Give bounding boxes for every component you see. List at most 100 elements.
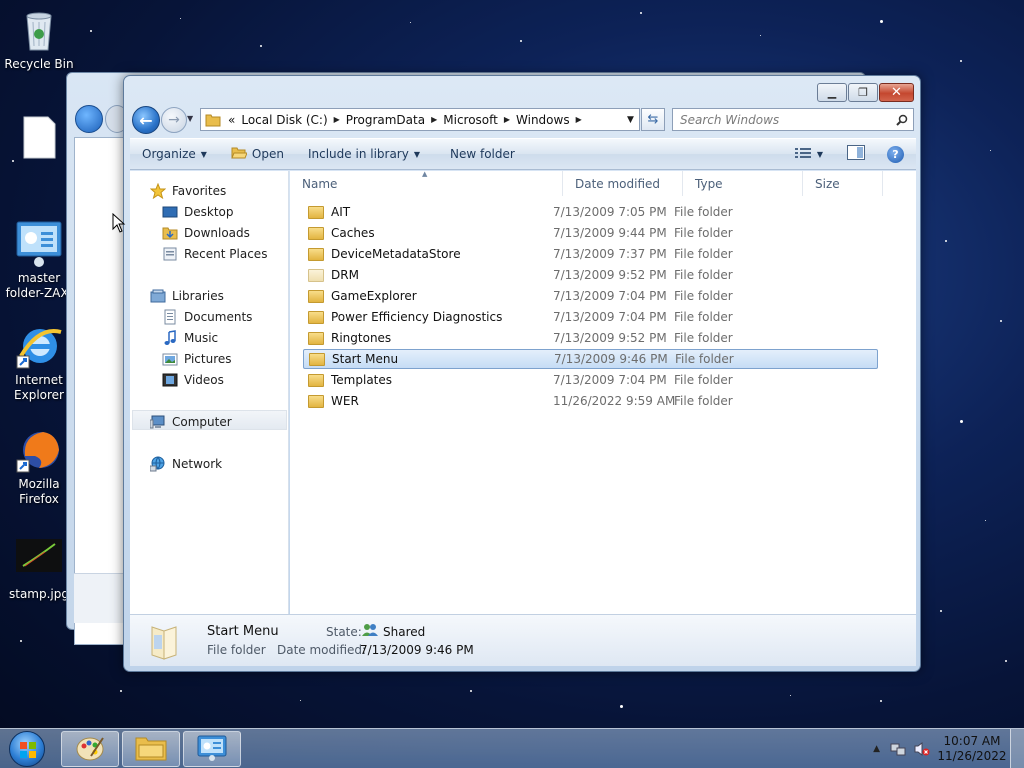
file-date: 7/13/2009 9:52 PM [553,331,667,345]
close-icon: ✕ [891,85,902,100]
breadcrumb-windows[interactable]: Windows [513,113,573,127]
file-date: 7/13/2009 7:37 PM [553,247,667,261]
file-name: WER [331,394,359,408]
breadcrumb-programdata[interactable]: ProgramData [343,113,428,127]
folder-icon [308,247,324,261]
minimize-button[interactable]: ▁ [817,83,847,102]
column-header-name[interactable]: Name [290,171,563,196]
nav-videos-label: Videos [184,373,224,387]
recent-pages-dropdown[interactable]: ▼ [187,114,193,123]
open-button[interactable]: Open [219,146,296,163]
file-row[interactable]: WER 11/26/2022 9:59 AM File folder [303,391,878,411]
include-in-library-button[interactable]: Include in library ▼ [296,147,432,161]
address-bar[interactable]: « Local Disk (C:) ▶ ProgramData ▶ Micros… [200,108,640,131]
file-name: Start Menu [332,352,399,366]
nav-desktop[interactable]: Desktop [162,204,234,220]
details-state-text: Shared [383,624,426,639]
taskbar-explorer-button[interactable] [122,731,180,767]
show-hidden-icons-button[interactable]: ▲ [873,744,880,754]
music-note-icon [162,330,178,346]
nav-pictures[interactable]: Pictures [162,351,232,367]
image-thumbnail-icon [15,536,63,584]
breadcrumb-local-disk[interactable]: Local Disk (C:) [238,113,330,127]
volume-muted-icon[interactable] [914,741,930,757]
open-folder-icon [231,146,248,163]
folder-icon [308,226,324,240]
back-button[interactable]: ← [132,106,160,134]
folder-icon [308,268,324,282]
mouse-pointer-icon [112,212,126,236]
network-status-icon[interactable] [890,741,906,757]
breadcrumb-microsoft[interactable]: Microsoft [440,113,501,127]
internet-explorer-icon [15,322,63,370]
libraries-icon [150,288,166,304]
chevron-right-icon[interactable]: ▶ [501,115,513,124]
file-list: ▲ Name Date modified Type Size AIT 7/13/… [290,170,916,614]
file-row[interactable]: Power Efficiency Diagnostics 7/13/2009 7… [303,307,878,327]
file-row[interactable]: Caches 7/13/2009 9:44 PM File folder [303,223,878,243]
preview-pane-button[interactable] [847,145,865,163]
file-row[interactable]: GameExplorer 7/13/2009 7:04 PM File fold… [303,286,878,306]
nav-network[interactable]: Network [149,456,223,472]
desktop-icon [162,204,178,220]
forward-button[interactable]: → [161,107,187,133]
search-input[interactable]: Search Windows [672,108,914,131]
close-button[interactable]: ✕ [879,83,914,102]
file-row[interactable]: Ringtones 7/13/2009 9:52 PM File folder [303,328,878,348]
file-date: 7/13/2009 9:46 PM [554,352,668,366]
file-row[interactable]: Templates 7/13/2009 7:04 PM File folder [303,370,878,390]
details-view-icon [794,147,811,162]
nav-computer[interactable]: Computer [149,414,232,430]
nav-music[interactable]: Music [162,330,218,346]
show-desktop-button[interactable] [1010,729,1024,768]
taskbar-control-panel-button[interactable] [183,731,241,767]
nav-downloads-label: Downloads [184,226,250,240]
search-placeholder: Search Windows [680,112,780,127]
nav-documents[interactable]: Documents [162,309,252,325]
start-button[interactable] [2,729,52,768]
folder-icon [309,352,325,366]
nav-documents-label: Documents [184,310,253,324]
maximize-button[interactable]: ❐ [848,83,878,102]
taskbar-paint-button[interactable] [61,731,119,767]
explorer-window[interactable]: ▁ ❐ ✕ ← → ▼ « Local Disk (C:) ▶ ProgramD… [123,75,921,672]
desktop-icon-recycle-bin[interactable]: Recycle Bin [0,6,78,72]
back-button[interactable] [75,105,103,133]
nav-videos[interactable]: Videos [162,372,224,388]
locked-folder-icon [308,310,324,324]
file-row[interactable]: DRM 7/13/2009 9:52 PM File folder [303,265,878,285]
column-header-date[interactable]: Date modified [563,171,683,196]
chevron-right-icon[interactable]: ▶ [331,115,343,124]
view-options-button[interactable]: ▼ [794,147,823,162]
refresh-button[interactable]: ⇆ [641,108,665,131]
file-row[interactable]: DeviceMetadataStore 7/13/2009 7:37 PM Fi… [303,244,878,264]
downloads-folder-icon [162,225,178,241]
nav-favorites[interactable]: Favorites [149,182,227,200]
column-header-date-label: Date modified [575,176,661,191]
clock[interactable]: 10:07 AM 11/26/2022 [934,734,1010,764]
help-button[interactable]: ? [887,145,904,163]
nav-downloads[interactable]: Downloads [162,225,250,241]
explorer-folder-icon [135,735,167,764]
nav-recent-places[interactable]: Recent Places [162,246,267,262]
column-header-type[interactable]: Type [683,171,803,196]
shared-folder-icon [148,623,182,661]
folder-icon [308,205,324,219]
breadcrumb-overflow[interactable]: « [225,113,238,127]
address-dropdown-button[interactable]: ▼ [621,114,639,125]
search-icon [896,114,908,126]
file-name: Power Efficiency Diagnostics [331,310,503,324]
new-folder-button[interactable]: New folder [432,147,527,161]
chevron-right-icon[interactable]: ▶ [573,115,585,124]
nav-favorites-label: Favorites [172,184,227,198]
file-row[interactable]: AIT 7/13/2009 7:05 PM File folder [303,202,878,222]
details-name: Start Menu [207,624,279,639]
nav-network-label: Network [172,457,223,471]
help-icon: ? [892,147,899,161]
chevron-right-icon[interactable]: ▶ [428,115,440,124]
column-header-size[interactable]: Size [803,171,883,196]
file-row-selected[interactable]: Start Menu 7/13/2009 9:46 PM File folder [303,349,878,369]
nav-libraries[interactable]: Libraries [150,288,224,304]
organize-button[interactable]: Organize ▼ [130,147,219,161]
column-header-type-label: Type [695,176,723,191]
